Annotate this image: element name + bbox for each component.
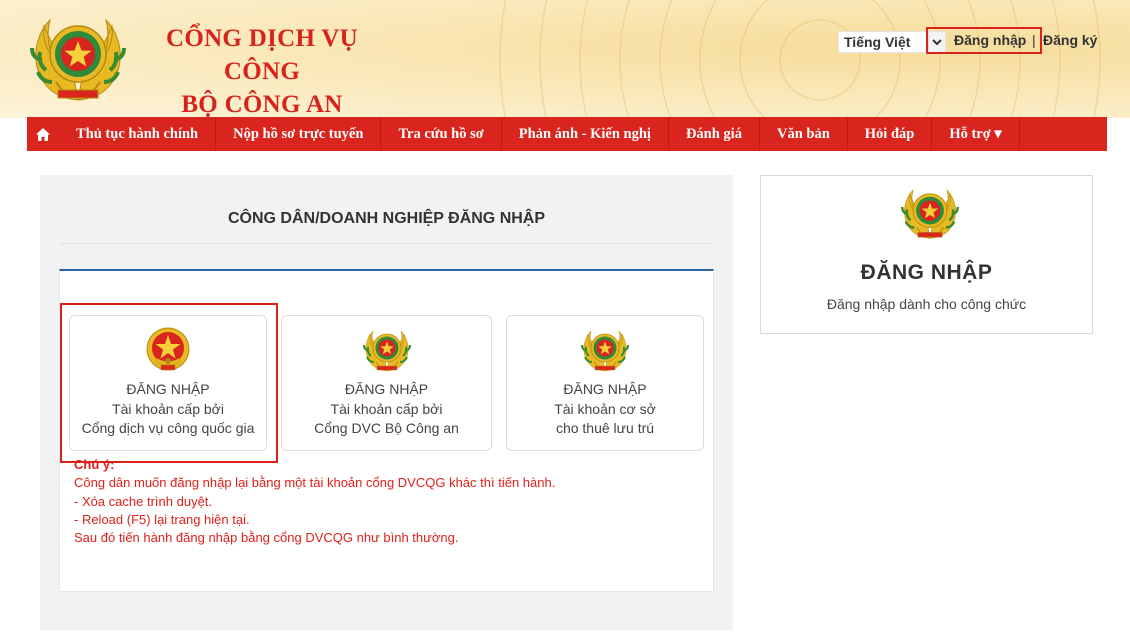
- nav-item-nop-ho-so[interactable]: Nộp hồ sơ trực tuyến: [216, 117, 382, 151]
- site-header: CỔNG DỊCH VỤ CÔNG BỘ CÔNG AN Tiếng Việt …: [0, 0, 1130, 118]
- national-portal-highlight-box: [60, 303, 278, 463]
- login-note: Chú ý: Công dân muốn đăng nhập lại bằng …: [74, 456, 555, 547]
- nav-item-danh-gia[interactable]: Đánh giá: [669, 117, 760, 151]
- note-heading: Chú ý:: [74, 457, 115, 472]
- nav-item-hoi-dap[interactable]: Hỏi đáp: [848, 117, 933, 151]
- login-link[interactable]: Đăng nhập: [954, 32, 1026, 48]
- police-emblem-logo[interactable]: [28, 10, 128, 106]
- home-icon[interactable]: [27, 117, 59, 151]
- option-line2: Tài khoản cơ sở: [554, 400, 656, 417]
- language-select-value: Tiếng Việt: [844, 34, 911, 50]
- nav-item-van-ban[interactable]: Văn bản: [760, 117, 848, 151]
- official-login-title[interactable]: ĐĂNG NHẬP: [760, 261, 1093, 285]
- nav-item-tra-cuu[interactable]: Tra cứu hồ sơ: [381, 117, 502, 151]
- divider: [59, 243, 714, 244]
- auth-separator: |: [1032, 32, 1036, 48]
- nav-item-thu-tuc[interactable]: Thủ tục hành chính: [59, 117, 217, 151]
- register-link[interactable]: Đăng ký: [1043, 32, 1097, 48]
- login-option-police-portal[interactable]: ĐĂNG NHẬP Tài khoản cấp bởi Cổng DVC Bộ …: [281, 315, 492, 451]
- site-title-line1: CỔNG DỊCH VỤ CÔNG: [165, 25, 359, 85]
- note-line: - Xóa cache trình duyệt.: [74, 493, 213, 509]
- site-title[interactable]: CỔNG DỊCH VỤ CÔNG BỘ CÔNG AN: [132, 22, 392, 118]
- main-nav: Thủ tục hành chính Nộp hồ sơ trực tuyến …: [27, 117, 1107, 151]
- option-line1: ĐĂNG NHẬP: [563, 381, 647, 397]
- option-line3: cho thuê lưu trú: [555, 420, 655, 436]
- police-emblem-icon: [580, 326, 630, 374]
- official-login-subtitle: Đăng nhập dành cho công chức: [826, 296, 1027, 312]
- police-emblem-icon: [362, 326, 412, 374]
- panel-title: CÔNG DÂN/DOANH NGHIỆP ĐĂNG NHẬP: [227, 210, 546, 227]
- option-line1: ĐĂNG NHẬP: [344, 381, 429, 397]
- note-line: Công dân muốn đăng nhập lại bằng một tài…: [74, 475, 556, 491]
- page: CỔNG DỊCH VỤ CÔNG BỘ CÔNG AN Tiếng Việt …: [0, 0, 1130, 634]
- option-line3: Cổng DVC Bộ Công an: [314, 420, 459, 436]
- login-option-accommodation[interactable]: ĐĂNG NHẬP Tài khoản cơ sở cho thuê lưu t…: [506, 315, 704, 451]
- nav-item-phan-anh[interactable]: Phản ánh - Kiến nghị: [502, 117, 669, 151]
- site-title-line2: BỘ CÔNG AN: [181, 91, 343, 118]
- note-line: Sau đó tiến hành đăng nhập bằng cổng DVC…: [74, 530, 459, 546]
- note-line: - Reload (F5) lại trang hiện tại.: [74, 511, 250, 527]
- option-line2: Tài khoản cấp bởi: [330, 400, 443, 417]
- nav-item-ho-tro[interactable]: Hỗ trợ ▾: [932, 117, 1020, 151]
- police-emblem-icon: [898, 184, 962, 242]
